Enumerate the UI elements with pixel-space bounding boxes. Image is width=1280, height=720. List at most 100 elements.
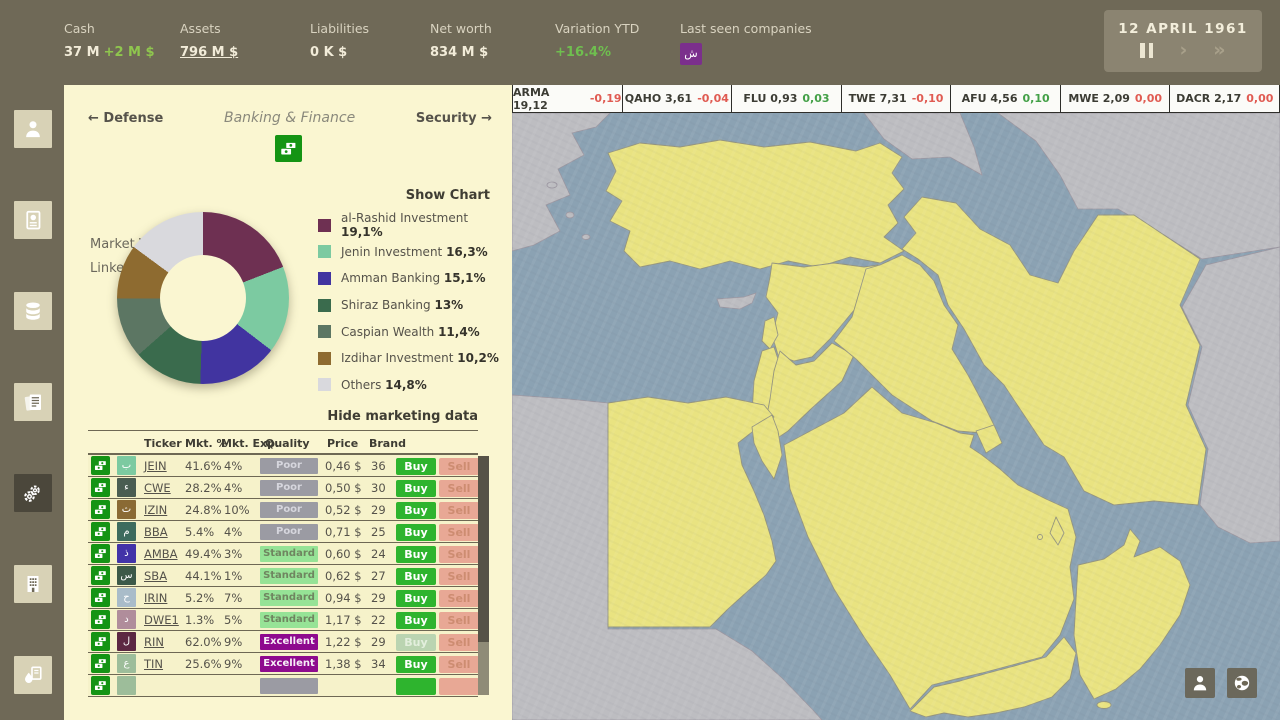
table-row-partial (88, 675, 478, 697)
market-share-donut-chart (117, 212, 289, 384)
hide-marketing-data-button[interactable]: Hide marketing data (327, 409, 478, 424)
play-button[interactable]: › (1179, 43, 1187, 58)
trade-company-button[interactable] (91, 478, 110, 497)
buy-button[interactable]: Buy (396, 590, 436, 607)
world-map[interactable] (512, 113, 1280, 720)
company-logo (117, 676, 136, 695)
trade-company-button[interactable] (91, 522, 110, 541)
buy-button[interactable]: Buy (396, 480, 436, 497)
pause-button[interactable] (1140, 43, 1153, 58)
sell-button[interactable]: Sell (439, 590, 478, 607)
company-ticker-link[interactable]: AMBA (144, 547, 178, 561)
ticker-symbol-price: DACR 2,17 (1176, 92, 1241, 105)
prev-sector-link[interactable]: ← Defense (88, 111, 163, 126)
company-logo: ء (117, 478, 136, 497)
ticker-cell-mwe[interactable]: MWE 2,090,00 (1061, 85, 1171, 112)
trade-company-button[interactable] (91, 588, 110, 607)
ticker-change: -0,10 (912, 92, 944, 105)
price-value: 1,22 $ (325, 635, 362, 649)
sell-button[interactable]: Sell (439, 656, 478, 673)
table-scrollbar[interactable] (478, 456, 489, 695)
buy-button[interactable]: Buy (396, 568, 436, 585)
ticker-cell-dacr[interactable]: DACR 2,170,00 (1170, 85, 1280, 112)
company-ticker-link[interactable]: CWE (144, 481, 171, 495)
island-socotra[interactable] (1097, 702, 1111, 709)
trade-company-button[interactable] (91, 676, 110, 695)
sell-button[interactable]: Sell (439, 458, 478, 475)
sell-button[interactable]: Sell (439, 568, 478, 585)
company-ticker-link[interactable]: TIN (144, 657, 163, 671)
ticker-symbol-price: AFU 4,56 (962, 92, 1018, 105)
trade-company-button[interactable] (91, 610, 110, 629)
ticker-change: -0,19 (590, 92, 622, 105)
company-ticker-link[interactable]: IRIN (144, 591, 167, 605)
trade-company-button[interactable] (91, 544, 110, 563)
quality-badge (260, 678, 318, 694)
sidebar-item-population[interactable] (14, 110, 52, 148)
assets-value[interactable]: 796 M $ (180, 45, 238, 60)
buy-button[interactable]: Buy (396, 546, 436, 563)
legend-label: al-Rashid Investment 19,1% (341, 211, 512, 239)
sell-button[interactable]: Sell (439, 634, 478, 651)
sidebar-item-news[interactable] (14, 383, 52, 421)
company-ticker-link[interactable]: IZIN (144, 503, 167, 517)
ticker-cell-afu[interactable]: AFU 4,560,10 (951, 85, 1061, 112)
trade-company-button[interactable] (91, 456, 110, 475)
company-ticker-link[interactable]: DWE1 (144, 613, 179, 627)
buy-button[interactable]: Buy (396, 634, 436, 651)
ticker-cell-qaho[interactable]: QAHO 3,61-0,04 (623, 85, 733, 112)
company-logo: ل (117, 632, 136, 651)
trade-sector-button[interactable] (275, 135, 302, 162)
company-logo: ع (117, 654, 136, 673)
sell-button[interactable]: Sell (439, 502, 478, 519)
ticker-change: 0,03 (802, 92, 829, 105)
ticker-cell-flu[interactable]: FLU 0,930,03 (732, 85, 842, 112)
sell-button[interactable] (439, 678, 478, 695)
show-chart-button[interactable]: Show Chart (406, 188, 490, 203)
market-expansion-value: 4% (224, 459, 242, 473)
sidebar-item-market[interactable] (14, 292, 52, 330)
ticker-change: 0,00 (1135, 92, 1162, 105)
buy-button[interactable]: Buy (396, 502, 436, 519)
sell-button[interactable]: Sell (439, 480, 478, 497)
buy-button[interactable]: Buy (396, 458, 436, 475)
trade-company-button[interactable] (91, 500, 110, 519)
company-ticker-link[interactable]: BBA (144, 525, 168, 539)
buy-button[interactable]: Buy (396, 656, 436, 673)
last-seen-company-badge[interactable]: ش (680, 43, 702, 65)
map-globe-button[interactable] (1227, 668, 1257, 698)
next-sector-link[interactable]: Security → (416, 111, 492, 126)
sell-button[interactable]: Sell (439, 524, 478, 541)
ticker-cell-twe[interactable]: TWE 7,31-0,10 (842, 85, 952, 112)
scrollbar-thumb[interactable] (478, 456, 489, 642)
legend-label: Shiraz Banking 13% (341, 298, 463, 312)
company-ticker-link[interactable]: SBA (144, 569, 167, 583)
sidebar-item-companies[interactable] (14, 565, 52, 603)
legend-swatch (318, 272, 331, 285)
legend-item: Izdihar Investment 10,2% (318, 345, 512, 372)
sidebar-item-industry[interactable] (14, 474, 52, 512)
sidebar-item-commodities[interactable] (14, 656, 52, 694)
trade-company-button[interactable] (91, 566, 110, 585)
market-expansion-value: 4% (224, 481, 242, 495)
buy-button[interactable]: Buy (396, 612, 436, 629)
country-turkey[interactable] (606, 140, 904, 269)
gears-icon (23, 483, 43, 503)
market-expansion-value: 7% (224, 591, 242, 605)
ticker-cell-arma[interactable]: ARMA 19,12-0,19 (512, 85, 623, 112)
company-ticker-link[interactable]: RIN (144, 635, 164, 649)
country-bahrain[interactable] (1038, 535, 1043, 540)
fast-forward-button[interactable]: » (1213, 43, 1225, 58)
company-logo: س (117, 566, 136, 585)
trade-company-button[interactable] (91, 654, 110, 673)
sell-button[interactable]: Sell (439, 546, 478, 563)
sidebar-item-reports[interactable] (14, 201, 52, 239)
company-ticker-link[interactable]: JEIN (144, 459, 167, 473)
buy-button[interactable] (396, 678, 436, 695)
sell-button[interactable]: Sell (439, 612, 478, 629)
table-row-irin: حIRIN5.2%7%0,94 $29StandardBuySell (88, 587, 478, 609)
map-population-button[interactable] (1185, 668, 1215, 698)
banknotes-icon (94, 613, 107, 626)
buy-button[interactable]: Buy (396, 524, 436, 541)
trade-company-button[interactable] (91, 632, 110, 651)
